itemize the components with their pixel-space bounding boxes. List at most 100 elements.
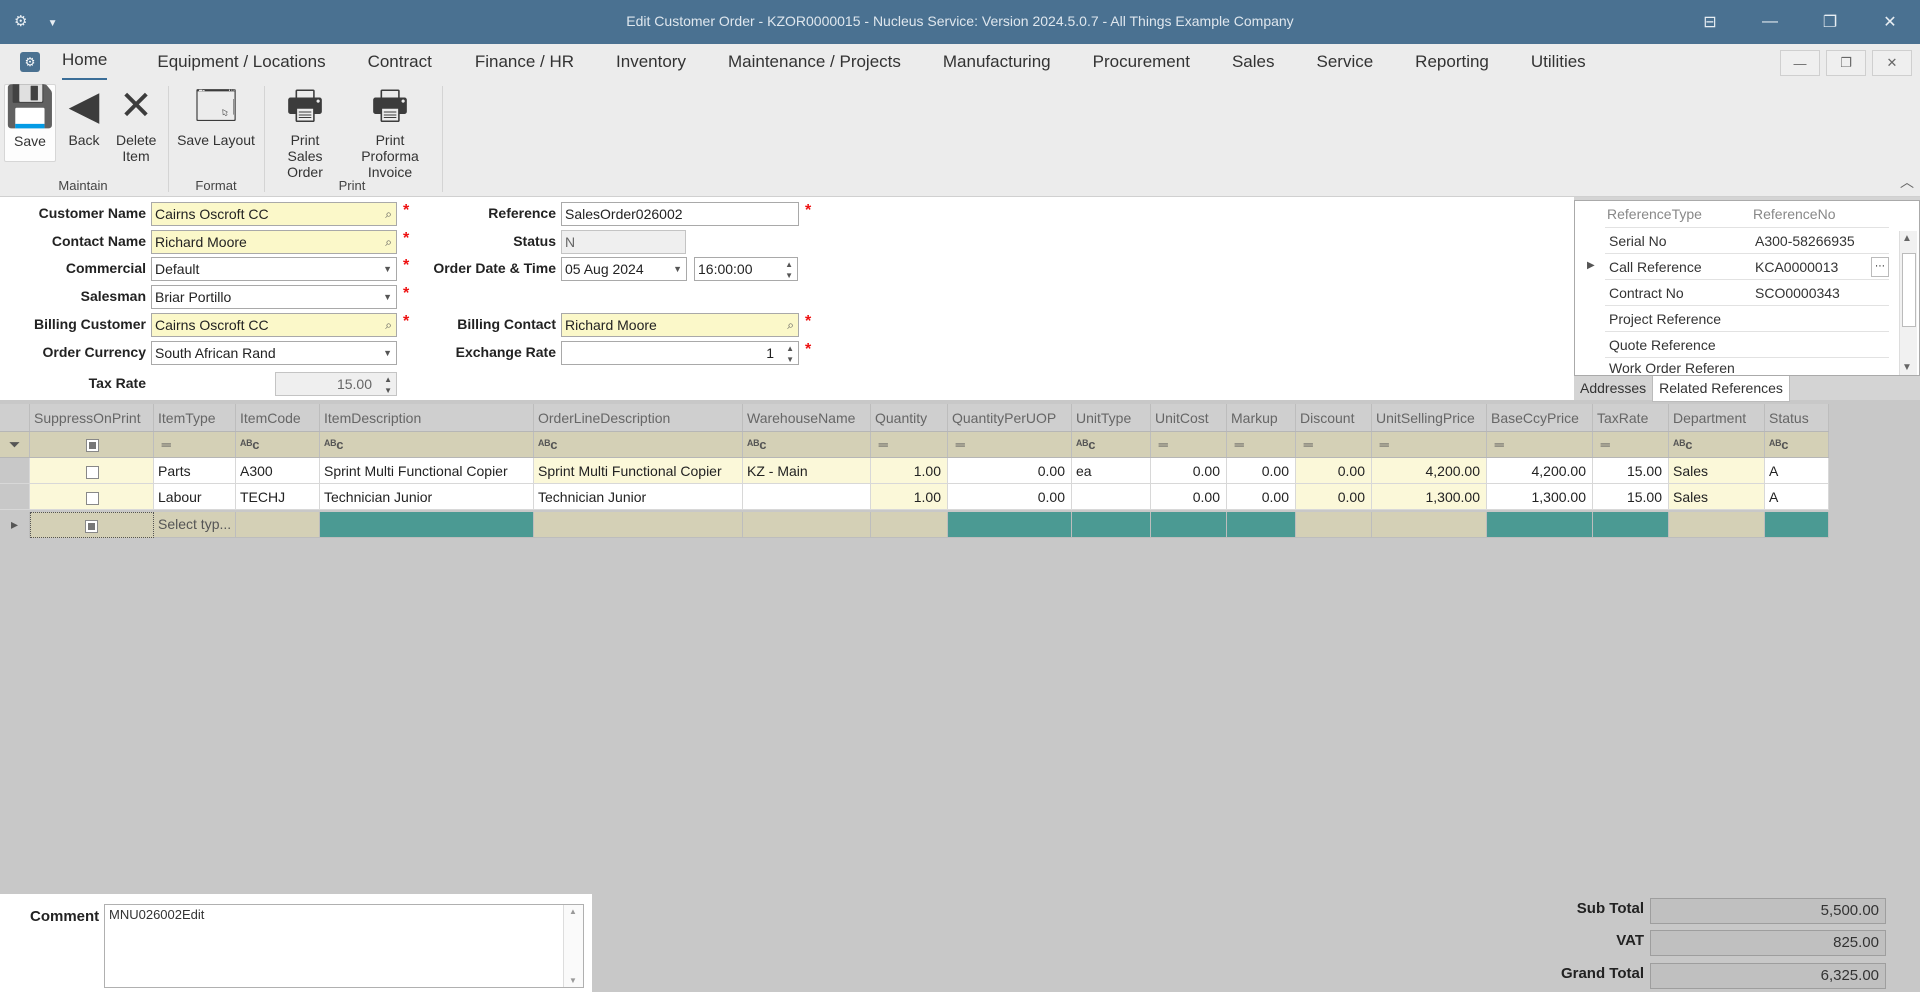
doc-restore-button[interactable]: ❐ xyxy=(1826,50,1866,76)
column-header[interactable]: Department xyxy=(1669,404,1765,431)
scroll-down-icon[interactable]: ▼ xyxy=(569,976,577,985)
warehouse-cell[interactable]: KZ - Main xyxy=(743,458,871,483)
filter-equals-icon[interactable]: ═ xyxy=(154,432,236,457)
status-cell[interactable] xyxy=(1765,512,1829,538)
references-scrollbar[interactable]: ▲ ▼ xyxy=(1899,231,1917,375)
column-header[interactable]: ItemCode xyxy=(236,404,320,431)
exchange-rate-input[interactable]: 1 ▲ ▼ xyxy=(561,341,799,365)
save-button[interactable]: 💾 Save xyxy=(4,84,56,162)
column-header[interactable]: Status xyxy=(1765,404,1829,431)
unit-selling-price-cell[interactable]: 1,300.00 xyxy=(1372,484,1487,509)
tax-rate-cell[interactable]: 15.00 xyxy=(1593,458,1669,483)
menu-reporting[interactable]: Reporting xyxy=(1415,44,1489,80)
department-cell[interactable] xyxy=(1669,512,1765,538)
collapse-ribbon-icon[interactable]: ︿ xyxy=(1900,172,1914,192)
table-row[interactable]: Labour TECHJ Technician Junior Technicia… xyxy=(0,484,1829,510)
item-code-cell[interactable]: A300 xyxy=(236,458,320,483)
search-icon[interactable]: ⌕ xyxy=(385,203,392,225)
unit-selling-price-cell[interactable] xyxy=(1372,512,1487,538)
suppress-on-print-cell[interactable] xyxy=(30,484,154,509)
list-item[interactable]: Quote Reference xyxy=(1605,331,1889,357)
list-item[interactable]: Project Reference xyxy=(1605,305,1889,331)
menu-service[interactable]: Service xyxy=(1316,44,1373,80)
column-header[interactable]: QuantityPerUOP xyxy=(948,404,1072,431)
chevron-down-icon[interactable]: ▼ xyxy=(383,286,392,308)
contact-name-field[interactable]: Richard Moore ⌕ xyxy=(151,230,397,254)
quantity-per-uop-cell[interactable]: 0.00 xyxy=(948,484,1072,509)
discount-cell[interactable] xyxy=(1296,512,1372,538)
filter-equals-icon[interactable]: ═ xyxy=(1593,432,1669,457)
billing-customer-field[interactable]: Cairns Oscroft CC ⌕ xyxy=(151,313,397,337)
order-line-description-cell[interactable] xyxy=(534,512,743,538)
filter-text-icon[interactable]: ᴬᴮc xyxy=(1669,432,1765,457)
menu-equipment-locations[interactable]: Equipment / Locations xyxy=(157,44,325,80)
item-description-cell[interactable] xyxy=(320,512,534,538)
doc-close-button[interactable]: ✕ xyxy=(1872,50,1912,76)
spin-icon[interactable]: ▲ ▼ xyxy=(785,259,793,280)
table-row[interactable]: Parts A300 Sprint Multi Functional Copie… xyxy=(0,458,1829,484)
tab-related-references[interactable]: Related References xyxy=(1652,376,1790,402)
scroll-thumb[interactable] xyxy=(1902,253,1916,327)
base-ccy-price-cell[interactable]: 4,200.00 xyxy=(1487,458,1593,483)
filter-cell[interactable] xyxy=(30,432,154,457)
filter-text-icon[interactable]: ᴬᴮc xyxy=(1765,432,1829,457)
menu-contract[interactable]: Contract xyxy=(368,44,432,80)
markup-cell[interactable]: 0.00 xyxy=(1227,484,1296,509)
filter-equals-icon[interactable]: ═ xyxy=(1151,432,1227,457)
unit-selling-price-cell[interactable]: 4,200.00 xyxy=(1372,458,1487,483)
menu-utilities[interactable]: Utilities xyxy=(1531,44,1586,80)
comment-scrollbar[interactable]: ▲ ▼ xyxy=(563,905,583,987)
new-row[interactable]: ▸ Select typ... xyxy=(0,512,1829,538)
search-icon[interactable]: ⌕ xyxy=(385,231,392,253)
restore-button[interactable]: ❐ xyxy=(1800,0,1860,44)
column-header[interactable]: ItemType xyxy=(154,404,236,431)
department-cell[interactable]: Sales xyxy=(1669,458,1765,483)
order-time-input[interactable]: 16:00:00 ▲ ▼ xyxy=(694,257,798,281)
menu-maintenance-projects[interactable]: Maintenance / Projects xyxy=(728,44,901,80)
filter-checkbox[interactable] xyxy=(86,439,99,453)
menu-manufacturing[interactable]: Manufacturing xyxy=(943,44,1051,80)
menu-home[interactable]: Home xyxy=(62,44,108,80)
search-icon[interactable]: ⌕ xyxy=(787,314,794,336)
scroll-up-icon[interactable]: ▲ xyxy=(569,907,577,916)
unit-cost-cell[interactable] xyxy=(1151,512,1227,538)
minimize-button[interactable]: — xyxy=(1740,0,1800,44)
ref-type-header[interactable]: ReferenceType xyxy=(1607,201,1702,227)
tax-rate-cell[interactable] xyxy=(1593,512,1669,538)
column-header[interactable]: OrderLineDescription xyxy=(534,404,743,431)
layout-icon[interactable]: ⊟ xyxy=(1680,0,1740,44)
item-type-cell[interactable]: Parts xyxy=(154,458,236,483)
tax-rate-cell[interactable]: 15.00 xyxy=(1593,484,1669,509)
menu-procurement[interactable]: Procurement xyxy=(1093,44,1190,80)
print-sales-order-button[interactable]: 🖶 Print Sales Order xyxy=(270,84,340,180)
doc-minimize-button[interactable]: — xyxy=(1780,50,1820,76)
spin-icon[interactable]: ▲ ▼ xyxy=(786,343,794,364)
unit-type-cell[interactable]: ea xyxy=(1072,458,1151,483)
column-header[interactable]: Markup xyxy=(1227,404,1296,431)
menu-finance-hr[interactable]: Finance / HR xyxy=(475,44,574,80)
suppress-checkbox[interactable] xyxy=(85,519,98,533)
list-item[interactable]: Contract No SCO0000343 xyxy=(1605,279,1889,305)
column-header[interactable]: WarehouseName xyxy=(743,404,871,431)
billing-contact-field[interactable]: Richard Moore ⌕ xyxy=(561,313,799,337)
item-type-cell[interactable]: Labour xyxy=(154,484,236,509)
filter-text-icon[interactable]: ᴬᴮc xyxy=(1072,432,1151,457)
column-header[interactable]: Quantity xyxy=(871,404,948,431)
suppress-checkbox[interactable] xyxy=(86,491,99,505)
filter-text-icon[interactable]: ᴬᴮc xyxy=(236,432,320,457)
customer-name-field[interactable]: Cairns Oscroft CC ⌕ xyxy=(151,202,397,226)
unit-cost-cell[interactable]: 0.00 xyxy=(1151,458,1227,483)
item-code-cell[interactable] xyxy=(236,512,320,538)
suppress-on-print-cell[interactable] xyxy=(30,512,154,538)
order-currency-select[interactable]: South African Rand ▼ xyxy=(151,341,397,365)
suppress-checkbox[interactable] xyxy=(86,465,99,479)
item-code-cell[interactable]: TECHJ xyxy=(236,484,320,509)
quantity-cell[interactable] xyxy=(871,512,948,538)
warehouse-cell[interactable] xyxy=(743,512,871,538)
menu-inventory[interactable]: Inventory xyxy=(616,44,686,80)
filter-text-icon[interactable]: ᴬᴮc xyxy=(320,432,534,457)
order-line-description-cell[interactable]: Technician Junior xyxy=(534,484,743,509)
column-header[interactable]: TaxRate xyxy=(1593,404,1669,431)
reference-input[interactable]: SalesOrder026002 xyxy=(561,202,799,226)
list-item[interactable]: Call Reference KCA0000013 ⋯ xyxy=(1605,253,1889,279)
